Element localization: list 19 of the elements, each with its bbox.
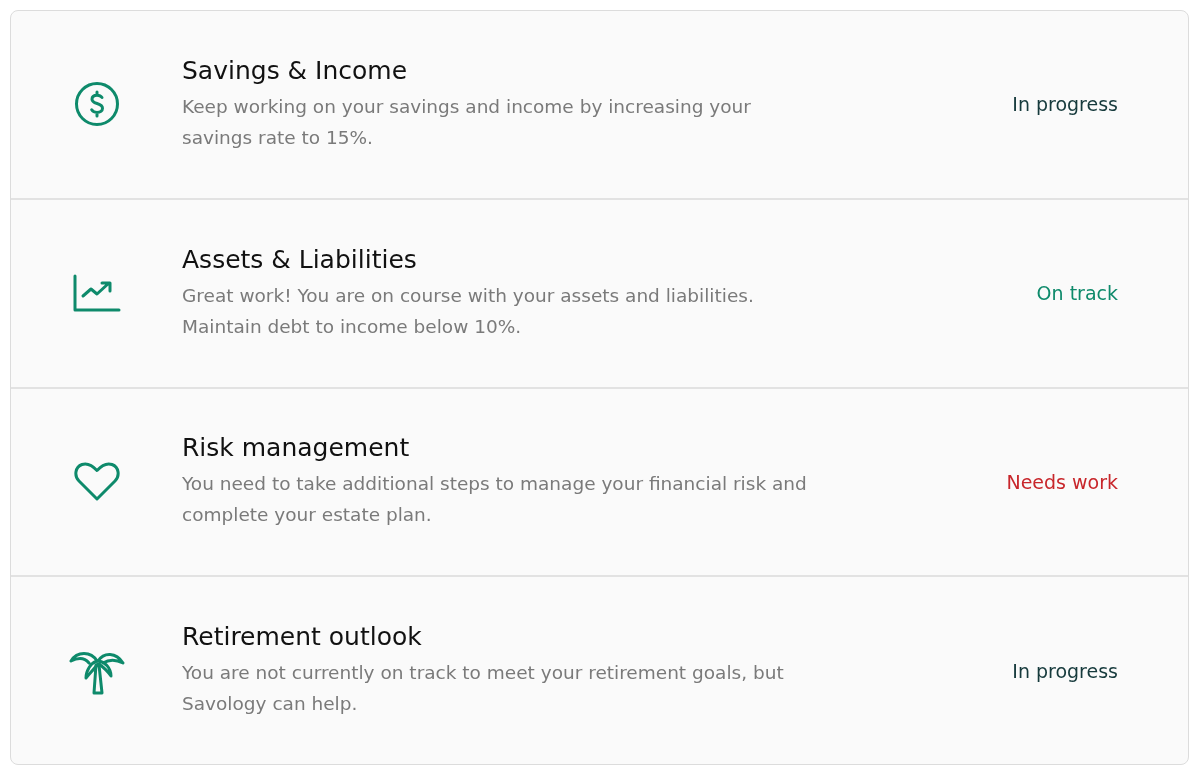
category-row[interactable]: Savings & Income Keep working on your savings and income by increasing your savings rate to 15%. In progress	[11, 11, 1188, 200]
heart-icon	[73, 461, 120, 502]
status-label: Needs work	[1006, 470, 1118, 493]
category-description: Great work! You are on course with your assets and liabilities. Maintain debt to income below 10%.	[182, 283, 755, 339]
category-title: Retirement outlook	[182, 622, 423, 652]
status-label: On track	[1036, 282, 1118, 305]
category-row[interactable]: Assets & Liabilities Great work! You are on course with your assets and liabilities. Maintain debt to income below 10%. On track	[11, 199, 1188, 389]
category-title: Risk management	[182, 433, 411, 463]
category-row[interactable]: Retirement outlook You are not currently on track to meet your retirement goals, but Savology can help. In progress	[11, 577, 1188, 764]
status-label: In progress	[1012, 659, 1118, 682]
status-label: In progress	[1012, 93, 1118, 116]
category-title: Savings & Income	[182, 55, 409, 85]
dollar-icon	[73, 81, 120, 128]
line-chart-icon	[72, 274, 121, 313]
category-description: You are not currently on track to meet your retirement goals, but Savology can help.	[182, 661, 785, 717]
category-description: You need to take additional steps to manage your financial risk and complete your estate plan.	[182, 472, 808, 528]
category-row[interactable]: Risk management You need to take additional steps to manage your financial risk and complete your estate plan. Needs work	[11, 388, 1188, 578]
category-description: Keep working on your savings and income by increasing your savings rate to 15%.	[182, 94, 752, 150]
category-title: Assets & Liabilities	[182, 244, 418, 274]
